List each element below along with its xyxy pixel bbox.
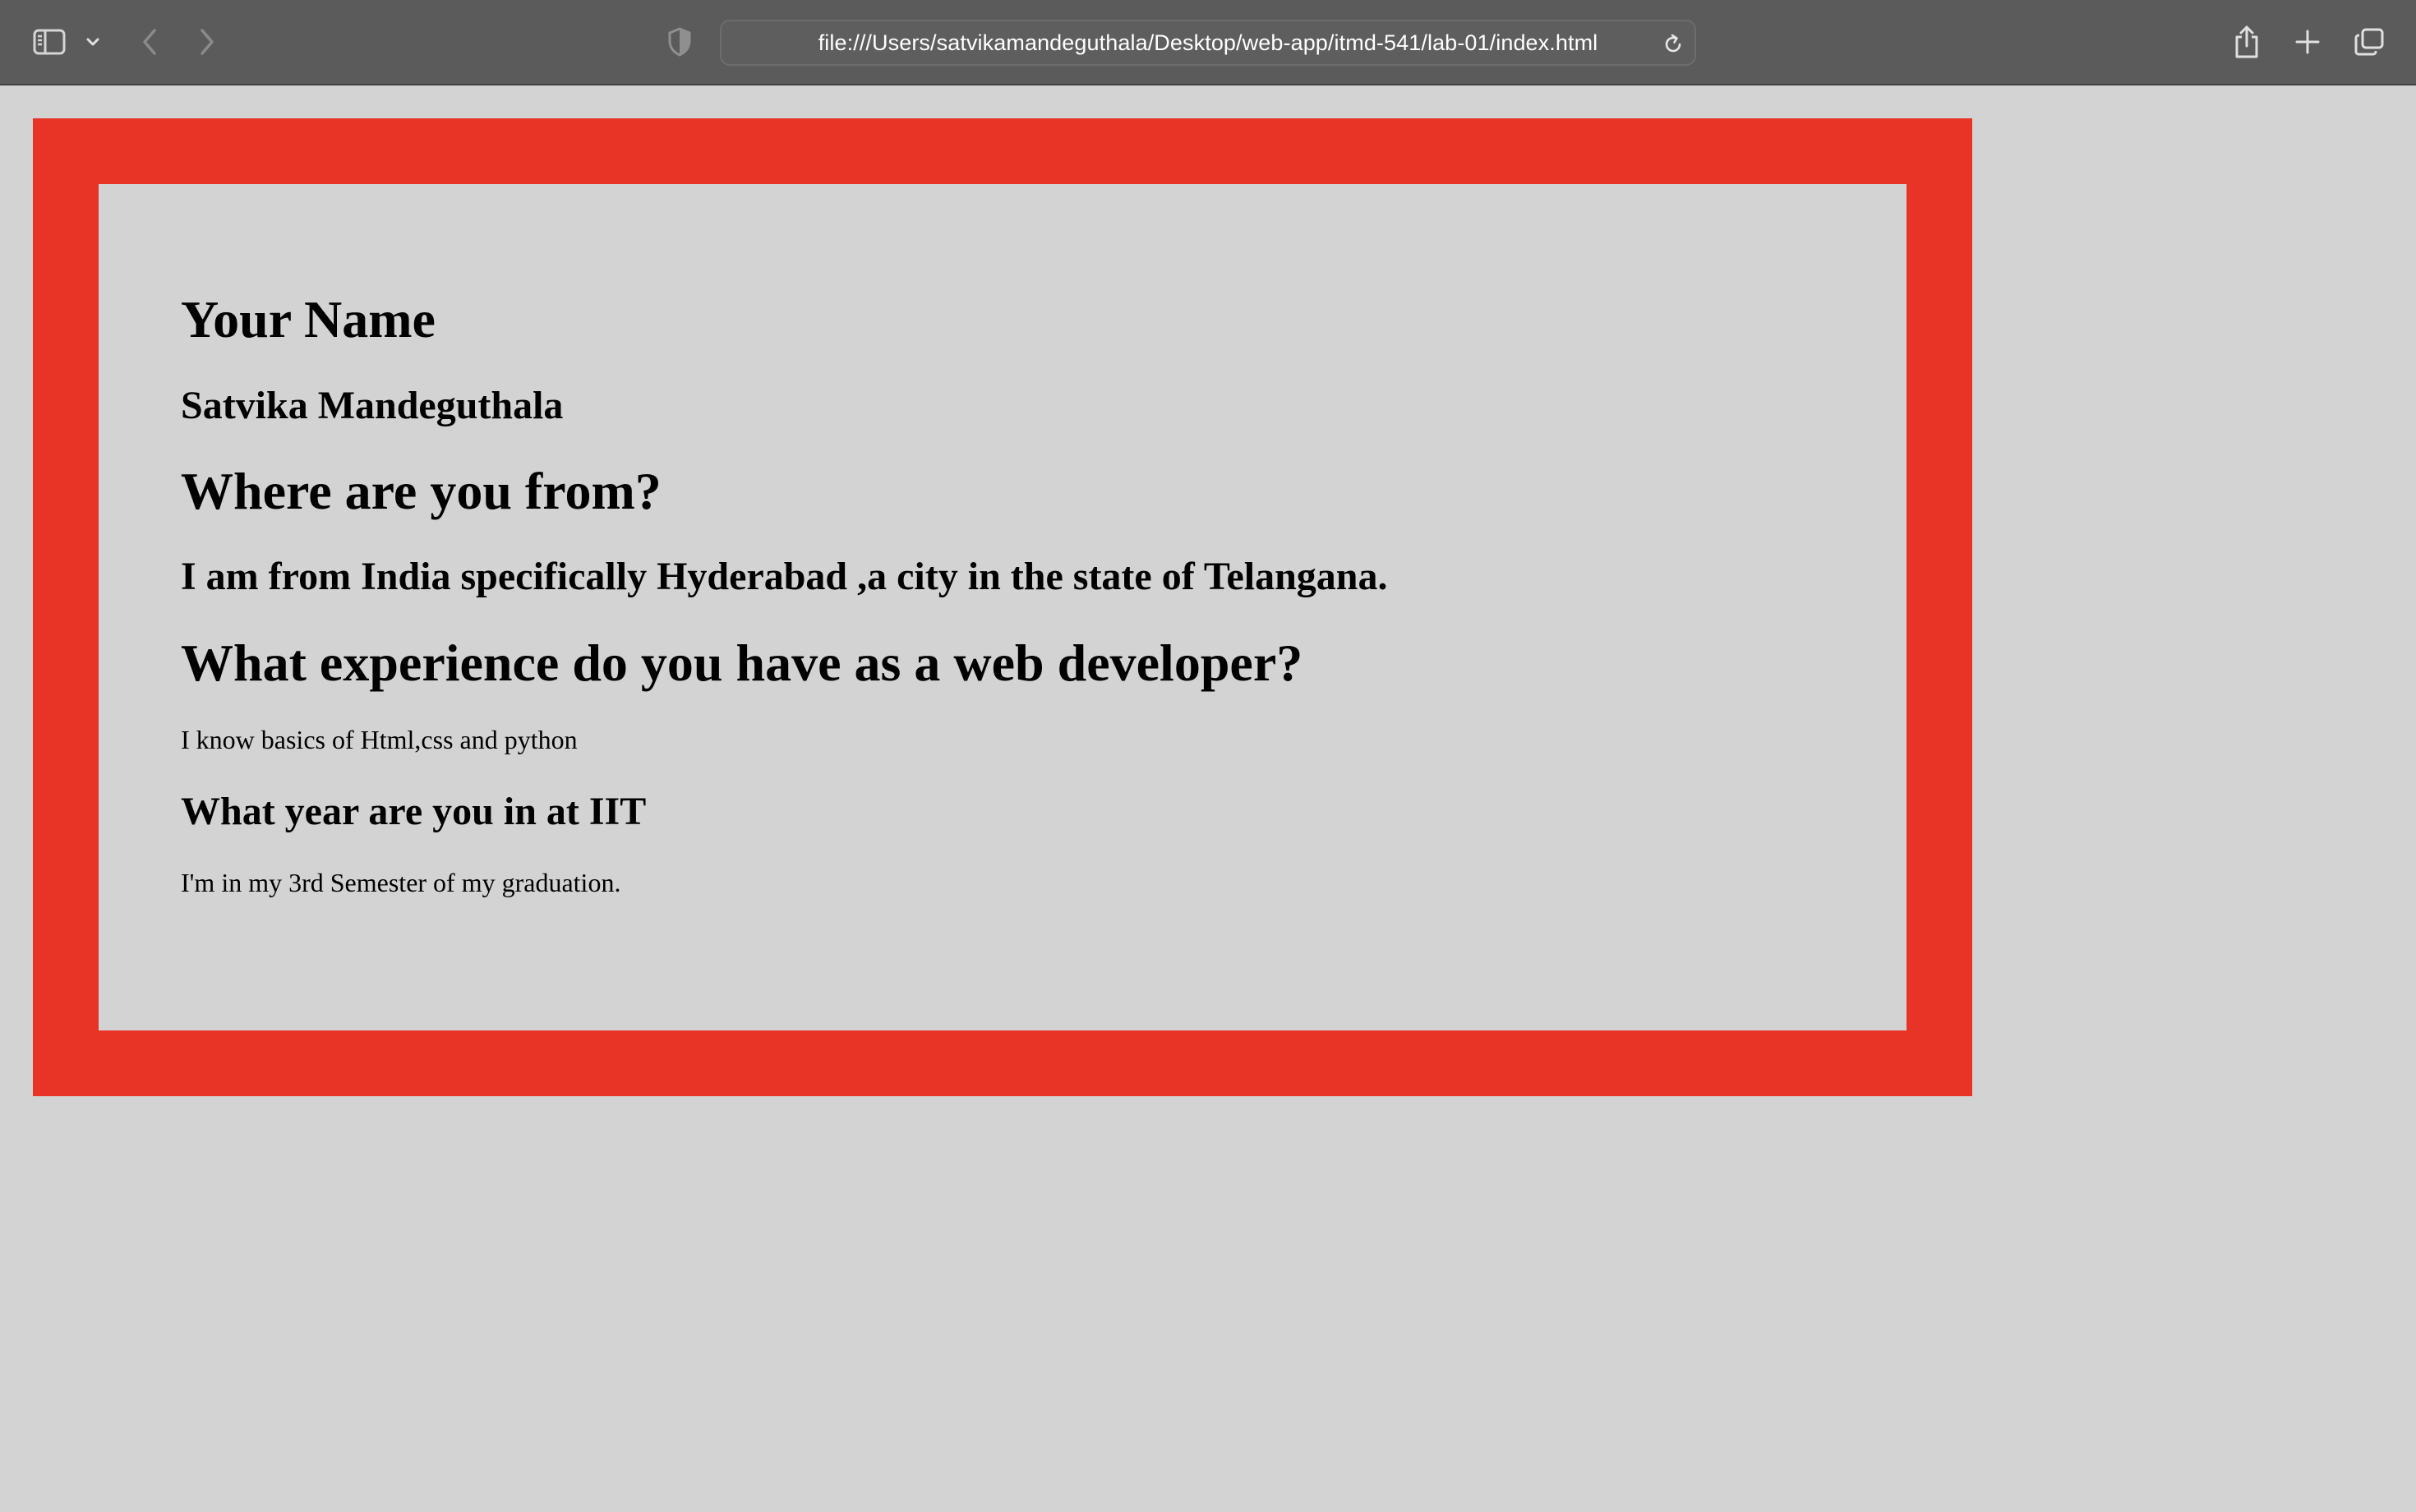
privacy-report-button[interactable] <box>664 25 695 59</box>
tab-overview-button[interactable] <box>2350 23 2388 61</box>
name-value: Satvika Mandeguthala <box>181 383 564 427</box>
sidebar-toggle-icon <box>33 29 66 55</box>
year-value: I'm in my 3rd Semester of my graduation. <box>181 867 621 897</box>
address-bar[interactable]: file:///Users/satvikamandeguthala/Deskto… <box>720 20 1696 66</box>
sidebar-toggle-button[interactable] <box>28 23 71 61</box>
share-icon <box>2233 25 2261 59</box>
url-text[interactable]: file:///Users/satvikamandeguthala/Deskto… <box>722 21 1645 64</box>
share-button[interactable] <box>2229 21 2265 62</box>
name-heading: Your Name <box>181 290 436 348</box>
content-panel: Your Name Satvika Mandeguthala Where are… <box>99 184 1907 1030</box>
reload-button[interactable] <box>1658 30 1688 59</box>
experience-heading: What experience do you have as a web dev… <box>181 633 1303 692</box>
tabs-icon <box>2354 27 2385 57</box>
back-button[interactable] <box>133 23 166 61</box>
chevron-down-icon <box>85 37 100 47</box>
from-value: I am from India specifically Hyderabad ,… <box>181 555 1388 599</box>
new-tab-button[interactable] <box>2289 23 2326 61</box>
chevron-right-icon <box>198 28 216 56</box>
browser-toolbar: file:///Users/satvikamandeguthala/Deskto… <box>0 0 2416 85</box>
sidebar-menu-button[interactable] <box>82 30 104 54</box>
plus-icon <box>2294 29 2321 55</box>
from-heading: Where are you from? <box>181 461 662 520</box>
forward-button[interactable] <box>191 23 224 61</box>
year-heading: What year are you in at IIT <box>181 789 647 833</box>
reload-icon <box>1662 33 1685 56</box>
page-border-frame: Your Name Satvika Mandeguthala Where are… <box>33 118 1972 1096</box>
experience-value: I know basics of Html,css and python <box>181 725 578 755</box>
shield-icon <box>667 27 692 57</box>
chevron-left-icon <box>141 28 159 56</box>
